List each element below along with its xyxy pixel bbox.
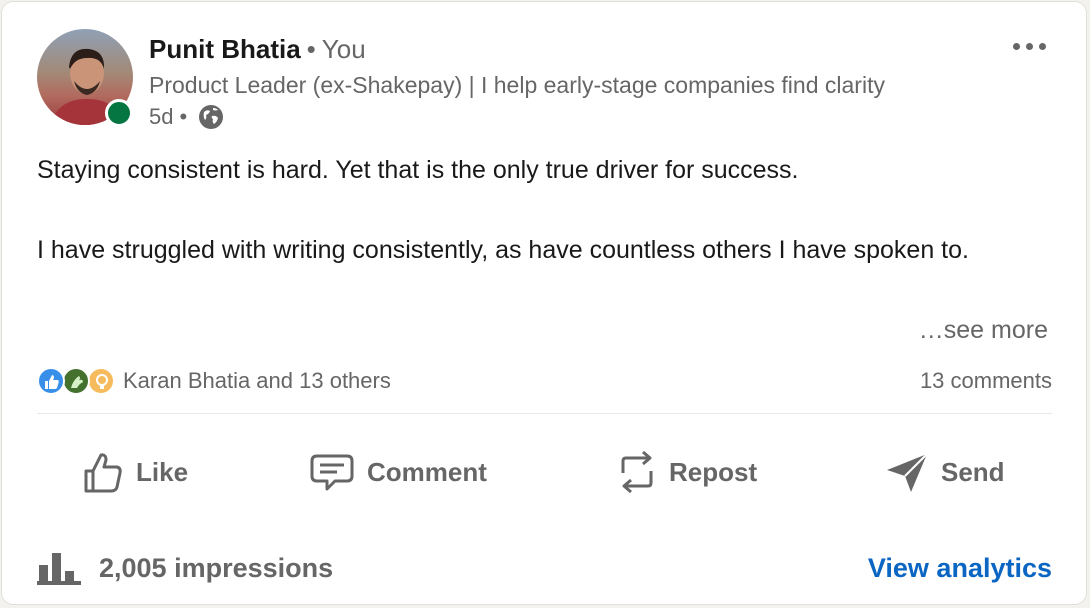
author-line: Punit Bhatia • You bbox=[149, 32, 366, 66]
impressions-count: 2,005 impressions bbox=[99, 552, 334, 583]
ellipsis-icon-dot bbox=[1025, 42, 1033, 50]
comment-icon bbox=[310, 454, 354, 491]
insightful-reaction-icon bbox=[87, 367, 115, 395]
repost-label: Repost bbox=[669, 456, 758, 487]
view-analytics-link[interactable]: View analytics bbox=[868, 553, 1052, 584]
repost-button[interactable]: Repost bbox=[617, 442, 757, 502]
post-meta: 5d • bbox=[149, 102, 225, 132]
action-bar: Like Comment Repost Send bbox=[37, 442, 1052, 502]
comment-label: Comment bbox=[367, 456, 487, 487]
post-timestamp: 5d bbox=[149, 104, 174, 129]
thumbs-up-icon bbox=[84, 453, 122, 493]
separator-dot: • bbox=[179, 104, 188, 129]
social-counts: Karan Bhatia and 13 others 13 comments bbox=[37, 364, 1052, 398]
ellipsis-icon-dot bbox=[1012, 42, 1020, 50]
repost-icon bbox=[621, 450, 653, 494]
send-button[interactable]: Send bbox=[885, 442, 1005, 502]
globe-icon bbox=[197, 103, 225, 131]
post-paragraph: I have struggled with writing consistent… bbox=[37, 236, 969, 264]
post-card: Punit Bhatia • You Product Leader (ex-Shak… bbox=[1, 1, 1087, 605]
separator-dot: • bbox=[306, 34, 316, 64]
send-label: Send bbox=[941, 456, 1005, 487]
celebrate-reaction-icon bbox=[62, 367, 90, 395]
post-paragraph: Staying consistent is hard. Yet that is … bbox=[37, 156, 799, 184]
author-name[interactable]: Punit Bhatia bbox=[149, 34, 301, 64]
more-options-button[interactable] bbox=[1002, 32, 1056, 60]
like-button[interactable]: Like bbox=[82, 442, 188, 502]
ellipsis-icon-dot bbox=[1038, 42, 1046, 50]
author-headline: Product Leader (ex-Shakepay) | I help ea… bbox=[149, 72, 885, 98]
author-relation: You bbox=[321, 34, 366, 64]
reaction-icons[interactable] bbox=[37, 366, 119, 396]
post-body: Staying consistent is hard. Yet that is … bbox=[37, 150, 1052, 270]
like-reaction-icon bbox=[37, 367, 65, 395]
divider bbox=[37, 413, 1052, 414]
comments-count[interactable]: 13 comments bbox=[920, 368, 1052, 394]
online-status-indicator bbox=[105, 99, 133, 127]
analytics-footer: 2,005 impressions View analytics bbox=[37, 544, 1052, 592]
see-more-button[interactable]: …see more bbox=[919, 313, 1048, 347]
send-icon bbox=[887, 453, 928, 492]
like-label: Like bbox=[136, 456, 189, 487]
bar-chart-icon bbox=[37, 553, 81, 585]
reactions-summary[interactable]: Karan Bhatia and 13 others bbox=[123, 368, 391, 394]
comment-button[interactable]: Comment bbox=[309, 442, 487, 502]
